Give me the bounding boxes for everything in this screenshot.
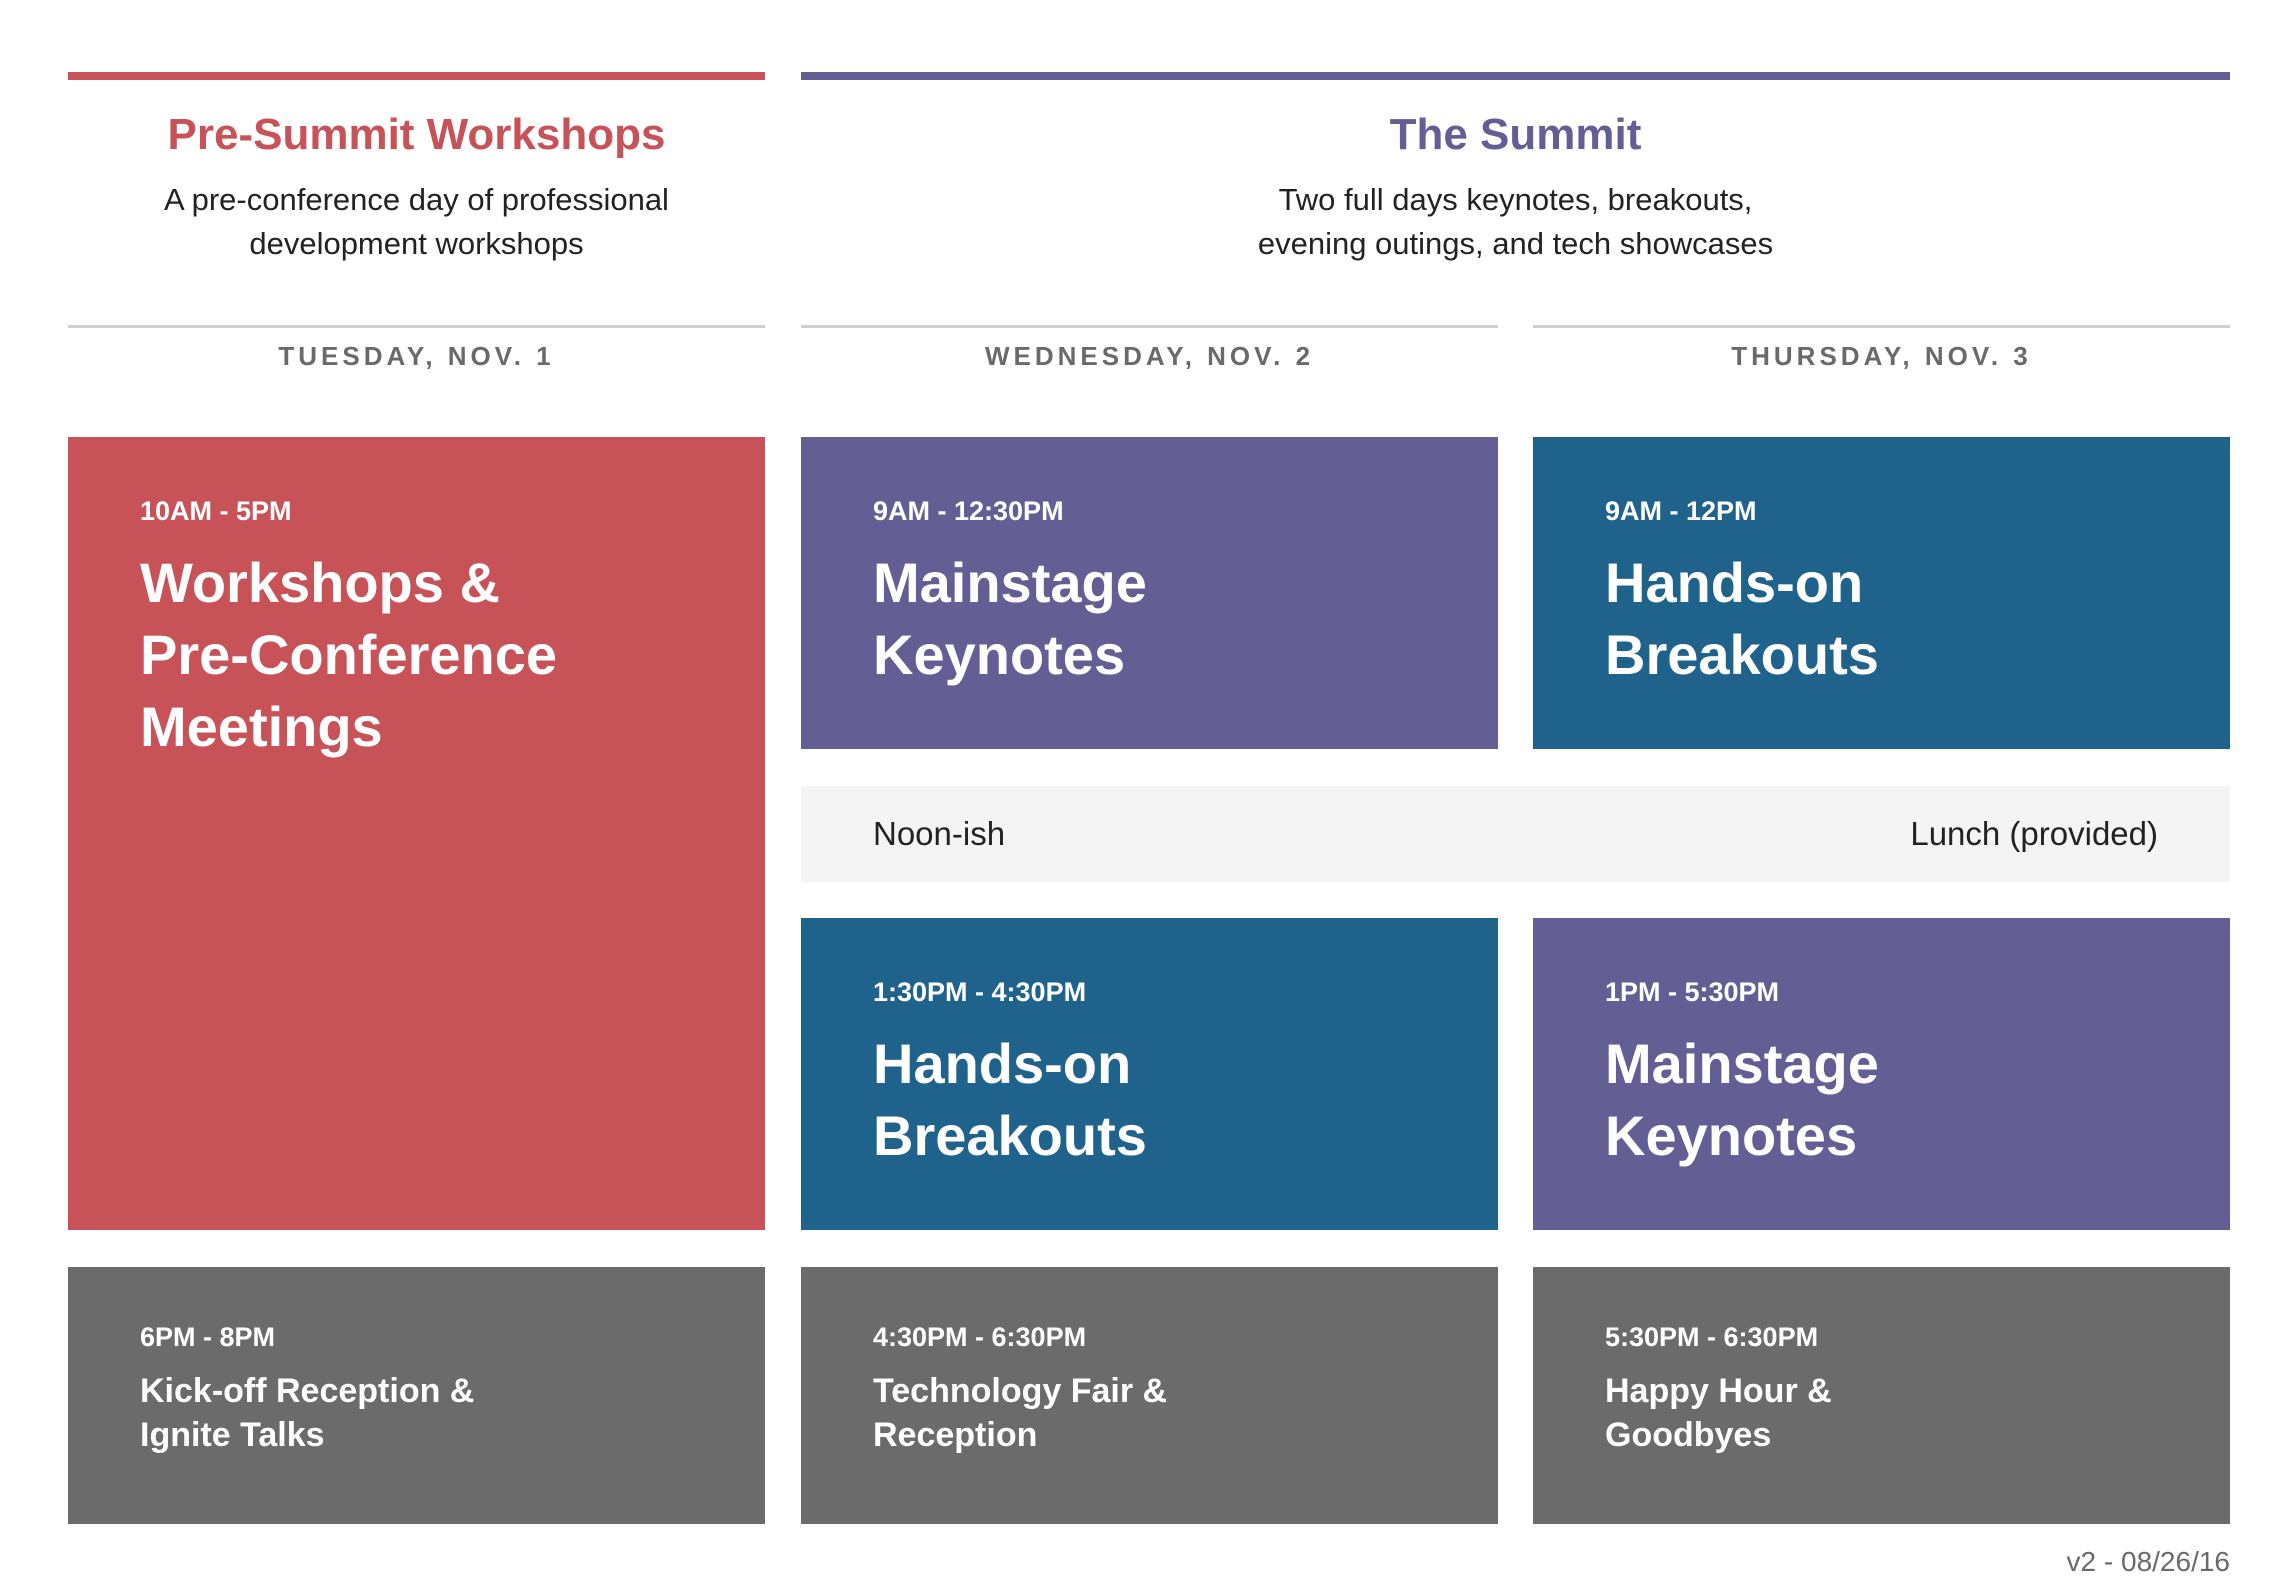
session-title: Happy Hour & Goodbyes: [1605, 1369, 2158, 1457]
summit-subtitle: Two full days keynotes, breakouts, eveni…: [801, 178, 2230, 266]
session-title-line: Mainstage: [873, 551, 1147, 614]
session-title: Technology Fair & Reception: [873, 1369, 1426, 1457]
session-time: 4:30PM - 6:30PM: [873, 1322, 1087, 1352]
session-title: Hands-on Breakouts: [873, 1028, 1426, 1172]
session-title-line: Reception: [873, 1416, 1038, 1454]
lunch-label: Lunch (provided): [1910, 815, 2158, 852]
day-divider: [68, 325, 765, 328]
session-time: 1:30PM - 4:30PM: [873, 977, 1087, 1007]
session-title-line: Workshops &: [140, 551, 500, 614]
session-title-line: Kick-off Reception &: [140, 1372, 475, 1410]
session-wed-breakouts: 1:30PM - 4:30PM Hands-on Breakouts: [801, 918, 1498, 1230]
summit-title: The Summit: [1389, 110, 1642, 159]
session-title-line: Hands-on: [1605, 551, 1864, 614]
session-title-line: Mainstage: [1605, 1032, 1879, 1095]
lunch-time: Noon-ish: [873, 815, 1006, 852]
session-title: Kick-off Reception & Ignite Talks: [140, 1369, 693, 1457]
session-title-line: Hands-on: [873, 1032, 1132, 1095]
session-title-line: Breakouts: [873, 1104, 1147, 1167]
session-title-line: Happy Hour &: [1605, 1372, 1832, 1410]
session-time: 5:30PM - 6:30PM: [1605, 1322, 1819, 1352]
pre-summit-subtitle: A pre-conference day of professional dev…: [68, 178, 765, 266]
pre-summit-subtitle-line: A pre-conference day of professional: [164, 182, 669, 217]
session-title-line: Keynotes: [873, 623, 1126, 686]
session-time: 1PM - 5:30PM: [1605, 977, 1780, 1007]
day-divider: [801, 325, 1498, 328]
session-time: 9AM - 12PM: [1605, 496, 1757, 526]
summit-subtitle-line: evening outings, and tech showcases: [1257, 226, 1774, 261]
pre-summit-title: Pre-Summit Workshops: [167, 110, 666, 159]
session-wed-keynotes: 9AM - 12:30PM Mainstage Keynotes: [801, 437, 1498, 749]
session-thu-breakouts: 9AM - 12PM Hands-on Breakouts: [1533, 437, 2230, 749]
pre-summit-subtitle-line: development workshops: [249, 226, 584, 261]
session-title-line: Meetings: [140, 695, 383, 758]
session-title-line: Breakouts: [1605, 623, 1879, 686]
session-time: 6PM - 8PM: [140, 1322, 276, 1352]
session-title: Mainstage Keynotes: [1605, 1028, 2158, 1172]
session-thu-evening: 5:30PM - 6:30PM Happy Hour & Goodbyes: [1533, 1267, 2230, 1524]
session-title: Mainstage Keynotes: [873, 547, 1426, 691]
session-time: 9AM - 12:30PM: [873, 496, 1064, 526]
session-title-line: Pre-Conference: [140, 623, 558, 686]
version-label: v2 - 08/26/16: [2066, 1546, 2230, 1577]
summit-subtitle-line: Two full days keynotes, breakouts,: [1278, 182, 1753, 217]
pre-summit-top-bar: [68, 72, 765, 80]
session-time: 10AM - 5PM: [140, 496, 292, 526]
session-tue-evening: 6PM - 8PM Kick-off Reception & Ignite Ta…: [68, 1267, 765, 1524]
day-label-tuesday: TUESDAY, NOV. 1: [278, 341, 555, 371]
summit-top-bar: [801, 72, 2230, 80]
lunch-bar: Noon-ish Lunch (provided): [801, 786, 2230, 882]
day-divider: [1533, 325, 2230, 328]
day-label-thursday: THURSDAY, NOV. 3: [1731, 341, 2032, 371]
session-title-line: Ignite Talks: [140, 1416, 325, 1454]
session-thu-keynotes: 1PM - 5:30PM Mainstage Keynotes: [1533, 918, 2230, 1230]
session-title: Hands-on Breakouts: [1605, 547, 2158, 691]
session-title-line: Goodbyes: [1605, 1416, 1772, 1454]
session-title: Workshops & Pre-Conference Meetings: [140, 547, 693, 763]
session-workshops: 10AM - 5PM Workshops & Pre-Conference Me…: [68, 437, 765, 1230]
session-title-line: Keynotes: [1605, 1104, 1858, 1167]
session-wed-evening: 4:30PM - 6:30PM Technology Fair & Recept…: [801, 1267, 1498, 1524]
day-label-wednesday: WEDNESDAY, NOV. 2: [984, 341, 1315, 371]
session-title-line: Technology Fair &: [873, 1372, 1168, 1410]
